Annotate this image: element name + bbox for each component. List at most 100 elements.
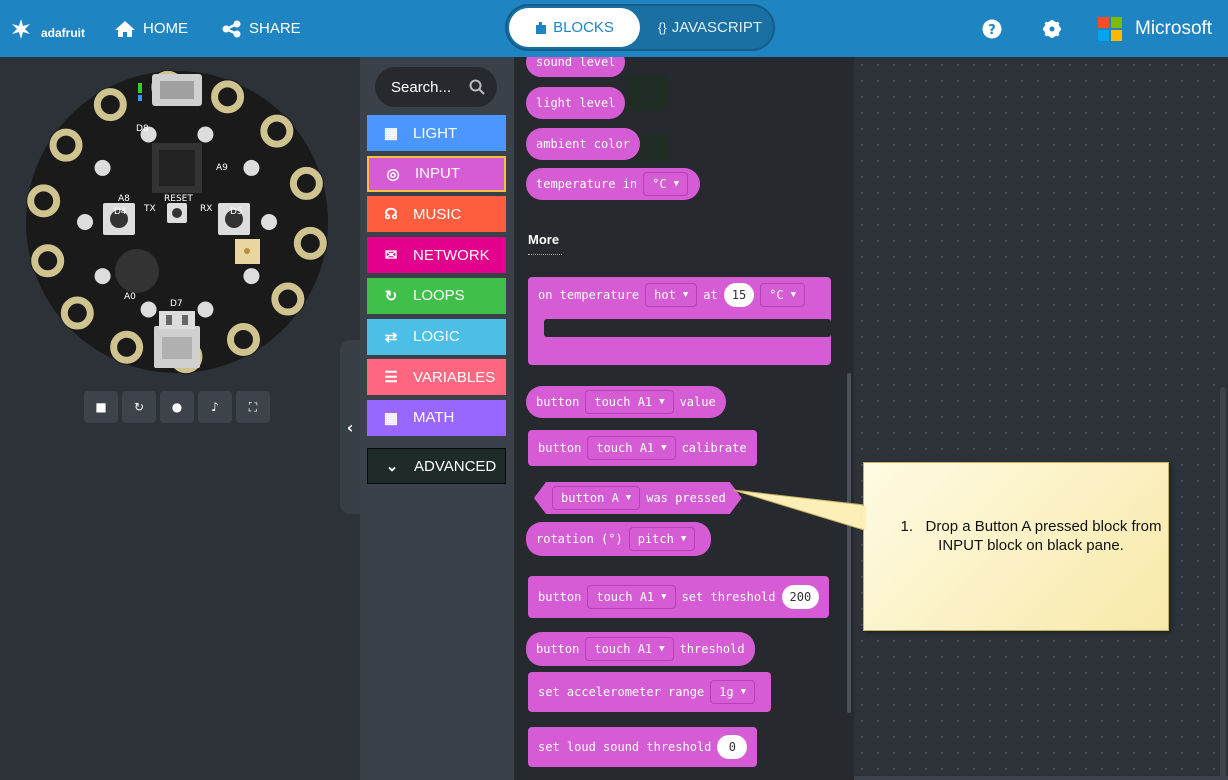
workspace-scrollbar[interactable] <box>1220 387 1226 779</box>
category-light[interactable]: ▦ LIGHT <box>367 115 506 151</box>
button-threshold-block[interactable]: button touch A1 ▼ threshold <box>526 632 755 666</box>
category-label: LIGHT <box>413 124 458 142</box>
stop-button[interactable]: ■ <box>84 391 118 423</box>
block-text: on temperature <box>538 288 640 302</box>
sound-level-block[interactable]: sound level <box>526 57 626 77</box>
home-button[interactable]: HOME <box>114 0 188 57</box>
callout-body: Drop a Button A pressed block from INPUT… <box>925 518 1162 554</box>
shuffle-icon: ⇄ <box>384 328 398 346</box>
stop-icon: ■ <box>95 400 107 414</box>
category-variables[interactable]: ☰ VARIABLES <box>367 359 506 396</box>
more-underline <box>528 254 562 255</box>
slow-mo-button[interactable]: ● <box>160 391 194 423</box>
block-flyout: sound level light level ambient color te… <box>514 57 854 780</box>
category-math[interactable]: ▦ MATH <box>367 399 506 436</box>
threshold-value[interactable]: 200 <box>781 585 820 609</box>
brand-label: Microsoft <box>1135 17 1213 39</box>
search-input[interactable]: Search... <box>375 67 497 107</box>
range-dropdown[interactable]: 1g ▼ <box>710 680 756 704</box>
blocks-label: BLOCKS <box>553 19 614 36</box>
button-dropdown[interactable]: touch A1 ▼ <box>585 390 674 414</box>
block-text: value <box>679 395 716 409</box>
button-dropdown[interactable]: touch A1 ▼ <box>587 436 676 460</box>
workspace-hscrollbar[interactable] <box>854 776 1228 780</box>
hot-dropdown[interactable]: hot ▼ <box>645 283 698 307</box>
category-loops[interactable]: ↻ LOOPS <box>367 277 506 314</box>
share-button[interactable]: SHARE <box>222 0 301 57</box>
circuit-playground-board[interactable]: D8 A8 D4 TX RESET RX D5 A9 A0 D7 <box>24 69 330 375</box>
category-network[interactable]: ✉ NETWORK <box>367 237 506 274</box>
category-input[interactable]: ◎ INPUT <box>367 155 506 192</box>
gear-icon <box>1043 19 1061 38</box>
ambient-color-block[interactable]: ambient color <box>526 128 640 160</box>
caret-down-icon: ▼ <box>625 493 632 503</box>
temperature-value[interactable]: 15 <box>723 283 755 307</box>
mute-button[interactable]: ♪ <box>198 391 232 423</box>
dropdown-value: touch A1 <box>596 590 655 604</box>
category-label: MATH <box>413 409 455 427</box>
svg-text:D4: D4 <box>114 207 127 217</box>
category-label: LOGIC <box>413 328 460 345</box>
flyout-scrollbar[interactable] <box>847 373 851 713</box>
button-calibrate-block[interactable]: button touch A1 ▼ calibrate <box>528 430 757 466</box>
loud-value[interactable]: 0 <box>717 735 748 759</box>
blocks-tab[interactable]: BLOCKS <box>509 8 640 47</box>
collapse-simulator-button[interactable]: ‹ <box>340 340 360 514</box>
unit-dropdown[interactable]: °C ▼ <box>760 283 806 307</box>
svg-text:TX: TX <box>143 204 156 214</box>
block-text: temperature in <box>536 177 638 191</box>
block-text: set threshold <box>681 590 776 604</box>
restart-icon: ↻ <box>133 400 145 414</box>
block-text: light level <box>536 96 616 110</box>
block-text: calibrate <box>681 441 747 455</box>
caret-down-icon: ▼ <box>661 592 667 602</box>
unit-dropdown[interactable]: °C ▼ <box>643 172 689 196</box>
loop-icon: ↻ <box>384 287 398 305</box>
settings-button[interactable] <box>1042 0 1069 57</box>
adafruit-logo[interactable]: adafruit <box>10 0 85 57</box>
svg-text:A9: A9 <box>216 163 228 173</box>
advanced-category[interactable]: ⌄ ADVANCED <box>367 448 506 484</box>
set-threshold-block[interactable]: button touch A1 ▼ set threshold 200 <box>528 576 830 618</box>
dropdown-value: touch A1 <box>594 395 653 409</box>
blocks-workspace[interactable] <box>854 57 1228 780</box>
svg-text:RX: RX <box>200 204 212 214</box>
category-logic[interactable]: ⇄ LOGIC <box>367 318 506 355</box>
button-dropdown[interactable]: touch A1 ▼ <box>585 637 674 661</box>
button-was-pressed-block[interactable]: button A ▼ was pressed <box>534 482 742 514</box>
set-loud-threshold-block[interactable]: set loud sound threshold 0 <box>528 727 758 767</box>
fullscreen-button[interactable]: ⛶ <box>236 391 270 423</box>
svg-text:A0: A0 <box>124 292 136 302</box>
svg-text:D8: D8 <box>136 124 149 134</box>
home-label: HOME <box>143 20 188 37</box>
grid-icon: ▦ <box>383 125 399 142</box>
adafruit-flower-icon <box>12 18 30 39</box>
block-text: button <box>536 395 580 409</box>
light-level-block[interactable]: light level <box>526 87 626 119</box>
category-label: VARIABLES <box>413 368 496 386</box>
caret-down-icon: ▼ <box>680 534 687 544</box>
block-text: rotation (°) <box>536 532 623 546</box>
more-heading: More <box>528 232 560 247</box>
help-button[interactable]: ? <box>982 0 1009 57</box>
simulator-panel: D8 A8 D4 TX RESET RX D5 A9 A0 D7 ■ ↻ ● ♪… <box>0 57 340 780</box>
javascript-label: JAVASCRIPT <box>671 19 762 36</box>
button-value-block[interactable]: button touch A1 ▼ value <box>526 386 726 418</box>
editor-toggle: BLOCKS {} JAVASCRIPT <box>505 4 775 51</box>
button-dropdown[interactable]: button A ▼ <box>552 486 640 510</box>
javascript-tab[interactable]: {} JAVASCRIPT <box>647 8 773 47</box>
block-text: button <box>538 590 582 604</box>
temperature-block[interactable]: temperature in °C ▼ <box>526 168 701 200</box>
block-text: at <box>703 288 718 302</box>
category-music[interactable]: ☊ MUSIC <box>367 196 506 233</box>
microsoft-logo[interactable]: Microsoft <box>1098 0 1212 57</box>
restart-button[interactable]: ↻ <box>122 391 156 423</box>
advanced-label: ADVANCED <box>414 457 497 475</box>
caret-down-icon: ▼ <box>682 290 689 300</box>
rotation-dropdown[interactable]: pitch ▼ <box>628 527 696 551</box>
svg-text:A8: A8 <box>118 194 130 204</box>
set-accelerometer-range-block[interactable]: set accelerometer range 1g ▼ <box>528 672 772 712</box>
rotation-block[interactable]: rotation (°) pitch ▼ <box>526 522 712 556</box>
button-dropdown[interactable]: touch A1 ▼ <box>587 585 676 609</box>
faded-block <box>626 75 668 111</box>
